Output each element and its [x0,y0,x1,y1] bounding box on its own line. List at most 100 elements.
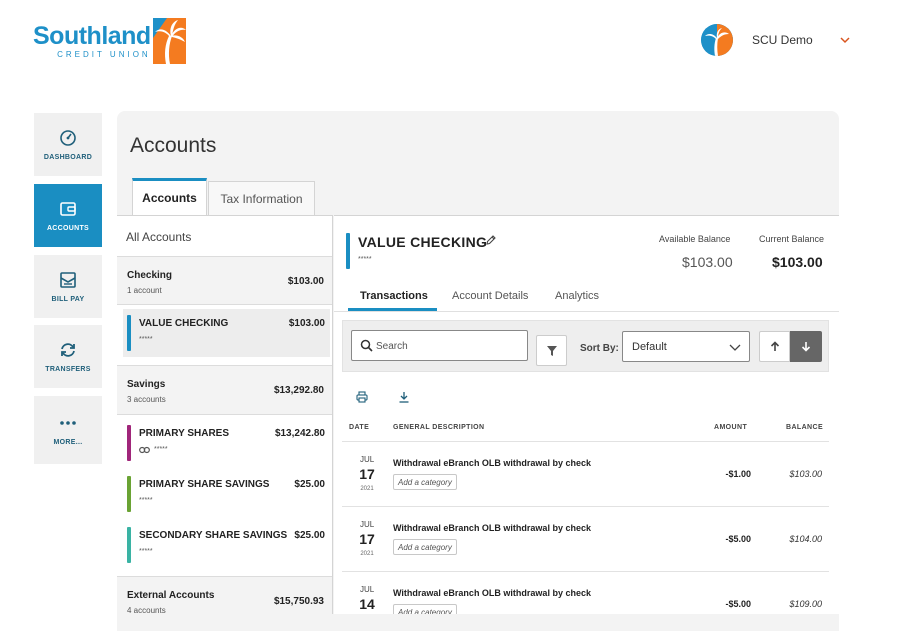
arrow-up-icon [770,341,779,351]
account-name: VALUE CHECKING [139,318,229,329]
palm-tree-logo-icon [152,18,186,64]
download-icon[interactable] [398,391,410,403]
tab-account-details[interactable]: Account Details [452,290,528,302]
more-icon [60,421,76,425]
column-header-amount[interactable]: AMOUNT [714,424,747,431]
brand-name: Southland [33,21,151,50]
transaction-month: JUL [360,585,375,594]
account-mask: ***** [358,256,372,263]
available-balance-label: Available Balance [659,234,731,244]
sort-descending-button[interactable] [790,331,822,362]
sort-select[interactable]: Default [622,331,750,362]
nav-label: ACCOUNTS [46,224,90,232]
search-icon [360,339,373,352]
account-detail: VALUE CHECKING ***** Available Balance C… [334,215,839,614]
chevron-down-icon[interactable] [839,34,851,46]
account-item-primary-shares[interactable]: PRIMARY SHARES ***** $13,242.80 [123,419,330,467]
nav-dashboard[interactable]: DASHBOARD [34,113,102,176]
sort-ascending-button[interactable] [759,331,790,362]
pencil-icon[interactable] [485,234,497,246]
group-name: Savings [127,379,166,390]
transaction-description: Withdrawal eBranch OLB withdrawal by che… [393,588,591,598]
filter-icon [546,345,557,356]
group-savings[interactable]: Savings 3 accounts $13,292.80 [117,365,332,415]
group-total: $103.00 [287,276,324,287]
tab-transactions[interactable]: Transactions [360,290,428,302]
nav-accounts[interactable]: ACCOUNTS [34,184,102,247]
account-mask: ***** [154,446,168,453]
print-icon[interactable] [356,391,368,403]
add-category-button[interactable]: Add a category [393,474,457,490]
table-row[interactable]: JUL 17 2021 Withdrawal eBranch OLB withd… [342,507,829,571]
nav-label: DASHBOARD [43,153,93,161]
account-title: VALUE CHECKING [358,234,488,250]
transaction-year: 2021 [360,486,374,492]
tab-accounts[interactable]: Accounts [132,178,207,215]
transaction-month: JUL [360,520,375,529]
user-menu[interactable]: SCU Demo [701,24,851,56]
account-color-bar [127,476,131,512]
page-title: Accounts [130,134,217,157]
sort-value: Default [632,341,667,353]
nav-label: TRANSFERS [45,365,91,373]
filter-button[interactable] [536,335,567,366]
brand-logo[interactable]: Southland CREDIT UNION [33,17,186,65]
table-row[interactable]: JUL 14 2021 Withdrawal eBranch OLB withd… [342,572,829,614]
account-name: SECONDARY SHARE SAVINGS [139,530,288,541]
transaction-day: 17 [359,531,375,547]
search-input[interactable] [376,338,521,354]
user-name[interactable]: SCU Demo [752,33,813,47]
dashboard-icon [60,129,76,146]
tab-analytics[interactable]: Analytics [555,290,599,302]
tab-tax-information[interactable]: Tax Information [208,181,315,215]
account-item-value-checking[interactable]: VALUE CHECKING ***** $103.00 [123,309,330,357]
transaction-amount: -$5.00 [725,599,751,609]
add-category-button[interactable]: Add a category [393,539,457,555]
available-balance: $103.00 [682,254,733,270]
account-mask: ***** [139,336,153,343]
column-header-description[interactable]: GENERAL DESCRIPTION [393,424,484,431]
wallet-icon [60,201,76,216]
transaction-day: 17 [359,466,375,482]
account-color-bar [127,425,131,461]
transaction-filter-bar: Sort By: Default [342,320,829,372]
nav-bill-pay[interactable]: BILL PAY [34,255,102,318]
account-name: PRIMARY SHARES [139,428,230,439]
transaction-description: Withdrawal eBranch OLB withdrawal by che… [393,458,591,468]
group-count: 1 account [127,286,162,295]
divider [334,311,839,312]
transaction-balance: $109.00 [789,599,822,609]
table-row[interactable]: JUL 17 2021 Withdrawal eBranch OLB withd… [342,442,829,506]
account-color-bar [127,527,131,563]
group-external-accounts[interactable]: External Accounts 4 accounts $15,750.93 [117,576,332,614]
column-header-balance[interactable]: BALANCE [786,424,823,431]
group-name: Checking [127,270,173,281]
accounts-list: All Accounts Checking 1 account $103.00 … [117,215,333,614]
transaction-balance: $103.00 [789,469,822,479]
account-item-secondary-share-savings[interactable]: SECONDARY SHARE SAVINGS ***** $25.00 [123,521,330,569]
link-icon [139,446,150,454]
nav-more[interactable]: MORE... [34,396,102,464]
account-balance: $13,242.80 [274,428,325,439]
search-box[interactable] [351,330,528,361]
group-name: External Accounts [127,590,215,601]
account-mask: ***** [139,548,153,555]
add-category-button[interactable]: Add a category [393,604,457,614]
group-checking[interactable]: Checking 1 account $103.00 [117,256,332,305]
account-item-primary-share-savings[interactable]: PRIMARY SHARE SAVINGS ***** $25.00 [123,470,330,518]
avatar[interactable] [701,24,733,56]
nav-label: BILL PAY [51,295,85,303]
account-balance: $103.00 [288,318,325,329]
transaction-amount: -$1.00 [725,469,751,479]
transaction-description: Withdrawal eBranch OLB withdrawal by che… [393,523,591,533]
group-count: 4 accounts [127,606,166,614]
transaction-month: JUL [360,455,375,464]
nav-transfers[interactable]: TRANSFERS [34,325,102,388]
transaction-year: 2021 [360,551,374,557]
current-balance-label: Current Balance [759,234,825,244]
all-accounts-link[interactable]: All Accounts [126,230,191,244]
column-header-date[interactable]: DATE [349,424,369,431]
account-color-bar [346,233,350,269]
account-balance: $25.00 [294,530,325,541]
account-name: PRIMARY SHARE SAVINGS [139,479,270,490]
